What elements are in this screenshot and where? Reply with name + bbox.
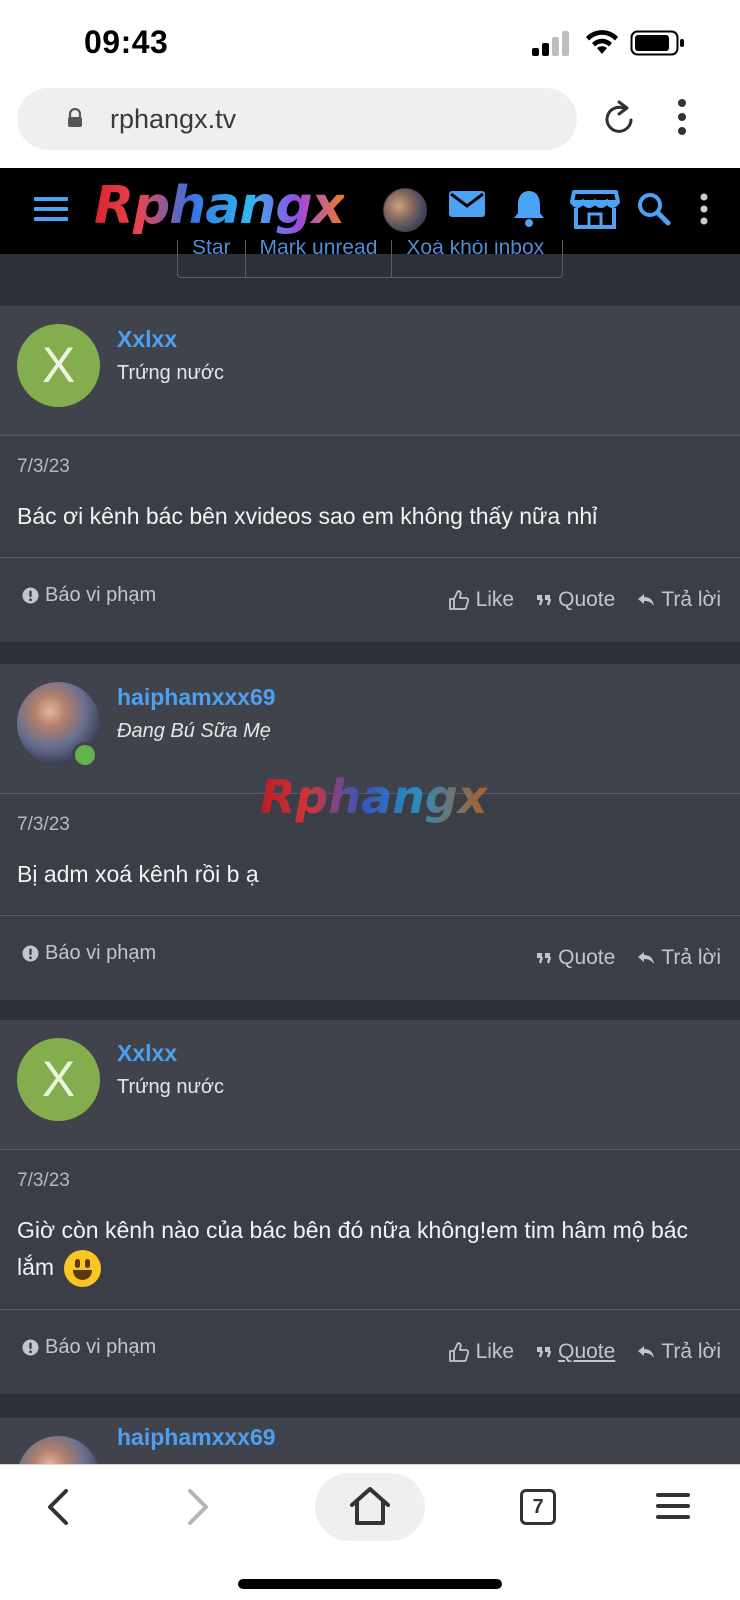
reply-icon: [638, 1346, 655, 1359]
browser-address-bar: rphangx.tv: [0, 82, 740, 168]
message-body: 7/3/23 Giờ còn kênh nào của bác bên đó n…: [0, 1150, 740, 1311]
quote-button[interactable]: Quote: [536, 588, 615, 612]
home-indicator: [238, 1579, 502, 1589]
username[interactable]: haiphamxxx69: [117, 1424, 276, 1451]
url-text: rphangx.tv: [110, 104, 237, 134]
site-logo[interactable]: Rphangx: [94, 176, 345, 236]
quote-icon: [537, 1347, 552, 1358]
message-text: Giờ còn kênh nào của bác bên đó nữa khôn…: [17, 1217, 689, 1280]
report-label: Báo vi phạm: [45, 942, 157, 964]
reply-button[interactable]: Trả lời: [637, 588, 721, 612]
mark-unread-button[interactable]: Mark unread: [246, 240, 393, 277]
like-button[interactable]: Like: [448, 588, 515, 612]
home-icon: [350, 1487, 390, 1525]
action-links: Like Quote Trả lời: [448, 588, 721, 612]
username[interactable]: Xxlxx: [117, 1040, 177, 1067]
conversation-toolbar: Star Mark unread Xoá khỏi inbox: [177, 240, 563, 278]
message-user-info: X Xxlxx Trứng nước: [0, 306, 740, 436]
user-title: Trứng nước: [117, 1076, 224, 1098]
message-card: X Xxlxx Trứng nước 7/3/23 Giờ còn kênh n…: [0, 1020, 740, 1395]
like-label: Like: [475, 588, 515, 611]
avatar[interactable]: X: [17, 324, 100, 407]
mail-icon[interactable]: [448, 188, 486, 220]
forward-icon[interactable]: [186, 1487, 212, 1527]
account-avatar[interactable]: [383, 188, 427, 232]
quote-label: Quote: [558, 946, 616, 969]
reply-label: Trả lời: [661, 588, 721, 611]
message-user-info: X Xxlxx Trứng nước: [0, 1020, 740, 1150]
quote-label: Quote: [558, 588, 616, 611]
user-title: Trứng nước: [117, 362, 224, 384]
wifi-icon: [586, 30, 618, 54]
message-actions: Báo vi phạm Quote Trả lời: [0, 916, 740, 1000]
quote-icon: [537, 595, 552, 606]
alert-icon: [22, 1339, 39, 1356]
message-card: X Xxlxx Trứng nước 7/3/23 Bác ơi kênh bá…: [0, 306, 740, 642]
quote-button[interactable]: Quote: [536, 946, 615, 970]
thumbs-up-icon: [448, 590, 469, 610]
avatar[interactable]: X: [17, 1038, 100, 1121]
battery-icon: [630, 30, 684, 56]
bell-icon[interactable]: [512, 188, 546, 228]
report-button[interactable]: Báo vi phạm: [22, 942, 156, 965]
store-icon[interactable]: [570, 188, 620, 230]
reply-icon: [638, 594, 655, 606]
reply-icon: [638, 952, 655, 964]
message-text-block: Giờ còn kênh nào của bác bên đó nữa khôn…: [17, 1212, 723, 1288]
user-title: Đang Bú Sữa Mẹ: [117, 720, 271, 742]
alert-icon: [22, 587, 39, 604]
message-user-info: haiphamxxx69: [0, 1418, 740, 1464]
message-body: 7/3/23 Bác ơi kênh bác bên xvideos sao e…: [0, 436, 740, 558]
thumbs-up-icon: [448, 1342, 469, 1363]
status-bar: 09:43: [0, 0, 740, 82]
watermark-logo: Rphangx: [260, 770, 488, 824]
reply-label: Trả lời: [661, 946, 721, 969]
star-button[interactable]: Star: [178, 240, 246, 277]
search-icon[interactable]: [637, 192, 671, 226]
message-date[interactable]: 7/3/23: [17, 456, 723, 478]
online-status-icon: [72, 742, 98, 768]
reload-icon[interactable]: [601, 98, 637, 138]
username[interactable]: haiphamxxx69: [117, 684, 276, 711]
like-label: Like: [475, 1340, 515, 1364]
grinning-face-emoji-icon: [64, 1250, 102, 1288]
quote-button[interactable]: Quote: [536, 1340, 615, 1364]
message-actions: Báo vi phạm Like Quote Trả lời: [0, 558, 740, 642]
report-label: Báo vi phạm: [45, 1336, 157, 1359]
cellular-signal-icon: [532, 30, 572, 56]
message-text: Bác ơi kênh bác bên xvideos sao em không…: [17, 503, 598, 529]
quote-icon: [537, 953, 552, 964]
quote-label: Quote: [558, 1340, 616, 1364]
more-options-icon[interactable]: [699, 192, 709, 226]
reply-label: Trả lời: [661, 1340, 721, 1364]
message-text: Bị adm xoá kênh rồi b ạ: [17, 861, 259, 887]
home-button[interactable]: [315, 1473, 425, 1541]
browser-menu-icon[interactable]: [656, 1491, 690, 1521]
reply-button[interactable]: Trả lời: [637, 946, 721, 970]
lock-icon: [68, 108, 82, 127]
message-card: haiphamxxx69 Đang Bú Sữa Mẹ 7/3/23 Bị ad…: [0, 664, 740, 1000]
avatar[interactable]: [17, 1436, 100, 1464]
like-button[interactable]: Like: [448, 1340, 515, 1364]
browser-bottom-nav: 7: [0, 1464, 740, 1600]
report-button[interactable]: Báo vi phạm: [22, 1336, 156, 1359]
action-links: Quote Trả lời: [536, 946, 721, 970]
report-button[interactable]: Báo vi phạm: [22, 584, 156, 607]
status-time: 09:43: [84, 24, 169, 60]
tabs-icon[interactable]: 7: [520, 1489, 556, 1525]
message-date[interactable]: 7/3/23: [17, 1170, 723, 1192]
remove-from-inbox-button[interactable]: Xoá khỏi inbox: [392, 240, 558, 277]
report-label: Báo vi phạm: [45, 584, 157, 606]
reply-button[interactable]: Trả lời: [637, 1340, 721, 1364]
menu-icon[interactable]: [34, 194, 68, 224]
kebab-icon[interactable]: [677, 98, 687, 138]
message-actions: Báo vi phạm Like Quote Trả lời: [0, 1310, 740, 1395]
url-field[interactable]: rphangx.tv: [17, 88, 577, 150]
message-card: haiphamxxx69: [0, 1418, 740, 1464]
alert-icon: [22, 945, 39, 962]
username[interactable]: Xxlxx: [117, 326, 177, 353]
action-links: Like Quote Trả lời: [448, 1340, 721, 1364]
back-icon[interactable]: [44, 1487, 70, 1527]
